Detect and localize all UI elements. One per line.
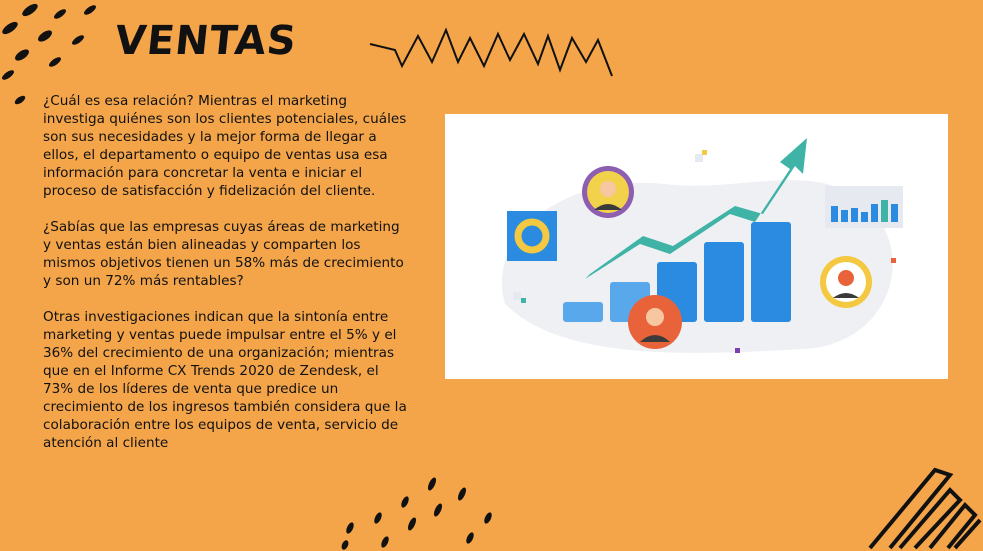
scribble-bottom-right-icon bbox=[868, 467, 982, 550]
slide: VENTAS ¿Cuál es esa relación? Mientras e… bbox=[0, 0, 983, 551]
brush-strokes-bottom-icon bbox=[341, 467, 982, 550]
